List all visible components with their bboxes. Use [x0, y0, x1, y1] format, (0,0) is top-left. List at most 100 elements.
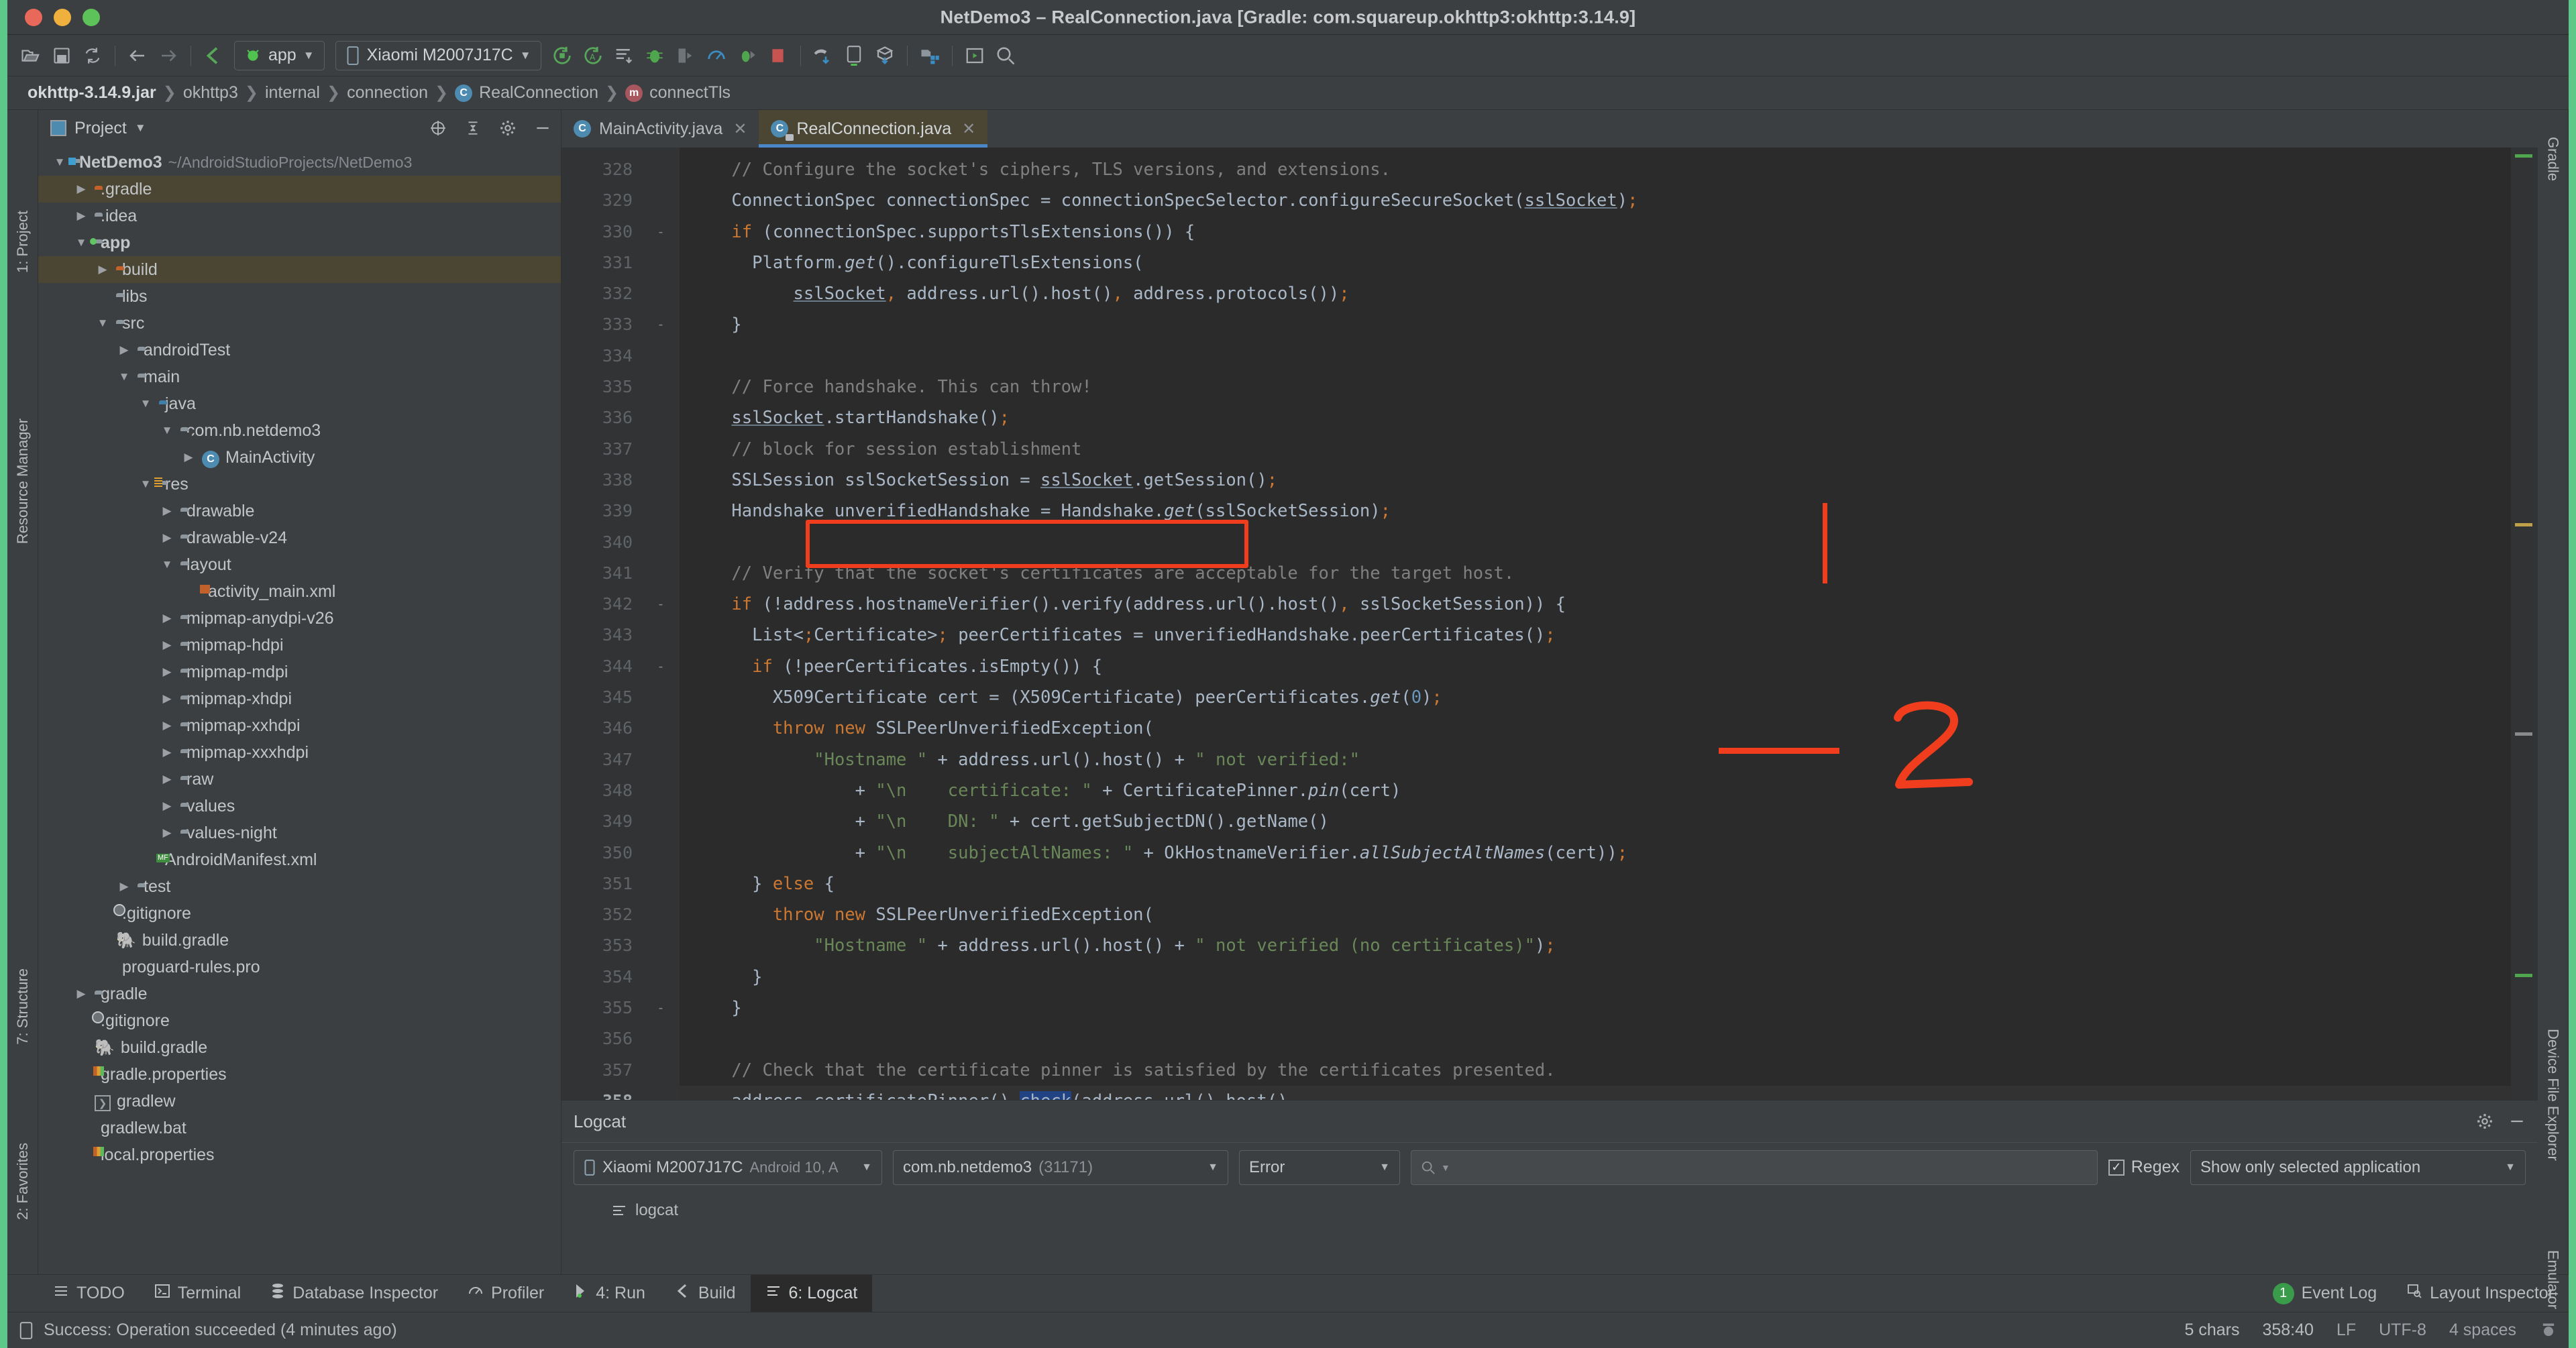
tree-item-java[interactable]: ▼ java	[38, 390, 561, 417]
tree-item-local-properties[interactable]: local.properties	[38, 1141, 561, 1168]
tree-item-drawable[interactable]: ▶ drawable	[38, 498, 561, 524]
tree-item-values[interactable]: ▶ values	[38, 793, 561, 820]
sync-project-icon[interactable]	[77, 40, 108, 71]
attach-debugger-icon[interactable]	[670, 40, 701, 71]
attach-profiler-icon[interactable]	[732, 40, 763, 71]
tree-item--gitignore[interactable]: .gitignore	[38, 1007, 561, 1034]
tree-expand-arrow[interactable]: ▶	[160, 719, 174, 732]
tree-item--idea[interactable]: ▶ .idea	[38, 203, 561, 229]
navigate-back-icon[interactable]	[122, 40, 153, 71]
code-line[interactable]: Platform.get().configureTlsExtensions(	[680, 247, 2511, 278]
module-selector[interactable]: app ▼	[234, 40, 325, 70]
status-indent[interactable]: 4 spaces	[2449, 1321, 2516, 1340]
tree-expand-arrow[interactable]: ▶	[74, 209, 89, 223]
tree-item-build-gradle[interactable]: 🐘 build.gradle	[38, 927, 561, 954]
breadcrumb-item-3[interactable]: connection	[340, 83, 435, 103]
tree-item-main[interactable]: ▼ main	[38, 363, 561, 390]
tree-item-mipmap-xxhdpi[interactable]: ▶ mipmap-xxhdpi	[38, 712, 561, 739]
tree-item-netdemo3[interactable]: ▼ NetDemo3 ~/AndroidStudioProjects/NetDemo…	[38, 149, 561, 176]
device-selector[interactable]: Xiaomi M2007J17C ▼	[335, 40, 541, 70]
tree-item-com-nb-netdemo3[interactable]: ▼ com.nb.netdemo3	[38, 417, 561, 444]
bottom-tool-4-run[interactable]: 4: Run	[559, 1275, 660, 1312]
code-line[interactable]: if (!address.hostnameVerifier().verify(a…	[680, 589, 2511, 620]
avd-manager-icon[interactable]	[839, 40, 869, 71]
tree-expand-arrow[interactable]: ▼	[95, 317, 110, 330]
stop-icon[interactable]	[763, 40, 794, 71]
tree-item-raw[interactable]: ▶ raw	[38, 766, 561, 793]
logcat-sub-tab[interactable]: logcat	[592, 1192, 678, 1229]
tree-expand-arrow[interactable]: ▼	[160, 424, 174, 437]
fold-toggle[interactable]: -	[642, 589, 680, 620]
tree-expand-arrow[interactable]: ▼	[74, 236, 89, 249]
tree-item-mipmap-hdpi[interactable]: ▶ mipmap-hdpi	[38, 632, 561, 659]
tree-expand-arrow[interactable]: ▼	[160, 558, 174, 571]
tree-item-libs[interactable]: libs	[38, 283, 561, 310]
logcat-device-selector[interactable]: Xiaomi M2007J17C Android 10, A ▼	[574, 1149, 882, 1185]
code-line[interactable]: // Verify that the socket's certificates…	[680, 558, 2511, 589]
code-line[interactable]	[680, 341, 2511, 372]
tree-item-build-gradle[interactable]: 🐘 build.gradle	[38, 1034, 561, 1061]
inspector-icon[interactable]	[2539, 1321, 2558, 1340]
layout-editor-icon[interactable]	[959, 40, 990, 71]
source-code[interactable]: // Configure the socket's ciphers, TLS v…	[680, 148, 2511, 1100]
code-line[interactable]: }	[680, 309, 2511, 340]
code-line[interactable]: }	[680, 993, 2511, 1023]
sidebar-item-project[interactable]: 1: Project	[14, 211, 32, 273]
bottom-tool-build[interactable]: Build	[660, 1275, 751, 1312]
code-line[interactable]: X509Certificate cert = (X509Certificate)…	[680, 682, 2511, 713]
code-line[interactable]: }	[680, 962, 2511, 993]
hide-panel-icon[interactable]	[534, 119, 551, 137]
project-tree[interactable]: ▼ NetDemo3 ~/AndroidStudioProjects/NetDemo…	[38, 146, 561, 1274]
tree-expand-arrow[interactable]: ▶	[181, 451, 196, 464]
project-structure-icon[interactable]	[914, 40, 945, 71]
code-line[interactable]	[680, 1023, 2511, 1054]
tree-expand-arrow[interactable]: ▼	[138, 478, 153, 491]
code-line[interactable]	[680, 527, 2511, 558]
code-folding-gutter[interactable]: - - - - -	[642, 148, 680, 1100]
tree-item--gradle[interactable]: ▶ .gradle	[38, 176, 561, 203]
code-line[interactable]: List<;Certificate>; peerCertificates = u…	[680, 620, 2511, 651]
logcat-search-input[interactable]: ▼	[1411, 1149, 2098, 1185]
tree-expand-arrow[interactable]: ▼	[138, 397, 153, 410]
tree-expand-arrow[interactable]: ▼	[117, 370, 131, 384]
code-line[interactable]: // Configure the socket's ciphers, TLS v…	[680, 154, 2511, 185]
profiler-icon[interactable]	[701, 40, 732, 71]
code-line[interactable]: if (connectionSpec.supportsTlsExtensions…	[680, 217, 2511, 247]
tree-expand-arrow[interactable]: ▶	[160, 692, 174, 706]
tree-expand-arrow[interactable]: ▶	[95, 263, 110, 276]
code-line[interactable]: "Hostname " + address.url().host() + " n…	[680, 744, 2511, 775]
code-line[interactable]: Handshake unverifiedHandshake = Handshak…	[680, 496, 2511, 526]
code-line[interactable]: throw new SSLPeerUnverifiedException(	[680, 899, 2511, 930]
code-line[interactable]: + "\n subjectAltNames: " + OkHostnameVer…	[680, 838, 2511, 868]
hide-panel-icon[interactable]	[2508, 1113, 2526, 1130]
tree-expand-arrow[interactable]: ▶	[160, 504, 174, 518]
locate-file-icon[interactable]	[429, 119, 447, 137]
tree-item-mipmap-xhdpi[interactable]: ▶ mipmap-xhdpi	[38, 685, 561, 712]
sidebar-item-device-file-explorer[interactable]: Device File Explorer	[2544, 1029, 2562, 1161]
tree-item-androidtest[interactable]: ▶ androidTest	[38, 337, 561, 363]
code-line[interactable]: } else {	[680, 868, 2511, 899]
logcat-level-selector[interactable]: Error ▼	[1239, 1149, 1400, 1185]
open-folder-icon[interactable]	[15, 40, 46, 71]
logcat-output[interactable]: logcat	[561, 1192, 2538, 1274]
close-icon[interactable]: ✕	[733, 119, 747, 139]
code-line[interactable]: // Force handshake. This can throw!	[680, 372, 2511, 402]
error-stripe[interactable]	[2511, 148, 2538, 1100]
tree-item-gradle-properties[interactable]: gradle.properties	[38, 1061, 561, 1088]
sidebar-item-emulator[interactable]: Emulator	[2544, 1250, 2562, 1309]
tree-item-res[interactable]: ▼ res	[38, 471, 561, 498]
bottom-tool-6-logcat[interactable]: 6: Logcat	[750, 1274, 873, 1312]
code-line[interactable]: ConnectionSpec connectionSpec = connecti…	[680, 185, 2511, 216]
logcat-regex-checkbox[interactable]: ✓ Regex	[2108, 1158, 2180, 1177]
save-all-icon[interactable]	[46, 40, 77, 71]
collapse-all-icon[interactable]	[464, 119, 482, 137]
tab-realconnection[interactable]: C RealConnection.java ✕	[759, 110, 988, 148]
sidebar-item-structure[interactable]: 7: Structure	[14, 968, 32, 1045]
tree-item-layout[interactable]: ▼ layout	[38, 551, 561, 578]
close-icon[interactable]: ✕	[962, 119, 975, 139]
tree-expand-arrow[interactable]: ▶	[160, 612, 174, 625]
tree-expand-arrow[interactable]: ▶	[74, 987, 89, 1001]
debug-icon[interactable]	[639, 40, 670, 71]
navigate-forward-icon[interactable]	[153, 40, 184, 71]
tree-item-gradlew-bat[interactable]: gradlew.bat	[38, 1115, 561, 1141]
